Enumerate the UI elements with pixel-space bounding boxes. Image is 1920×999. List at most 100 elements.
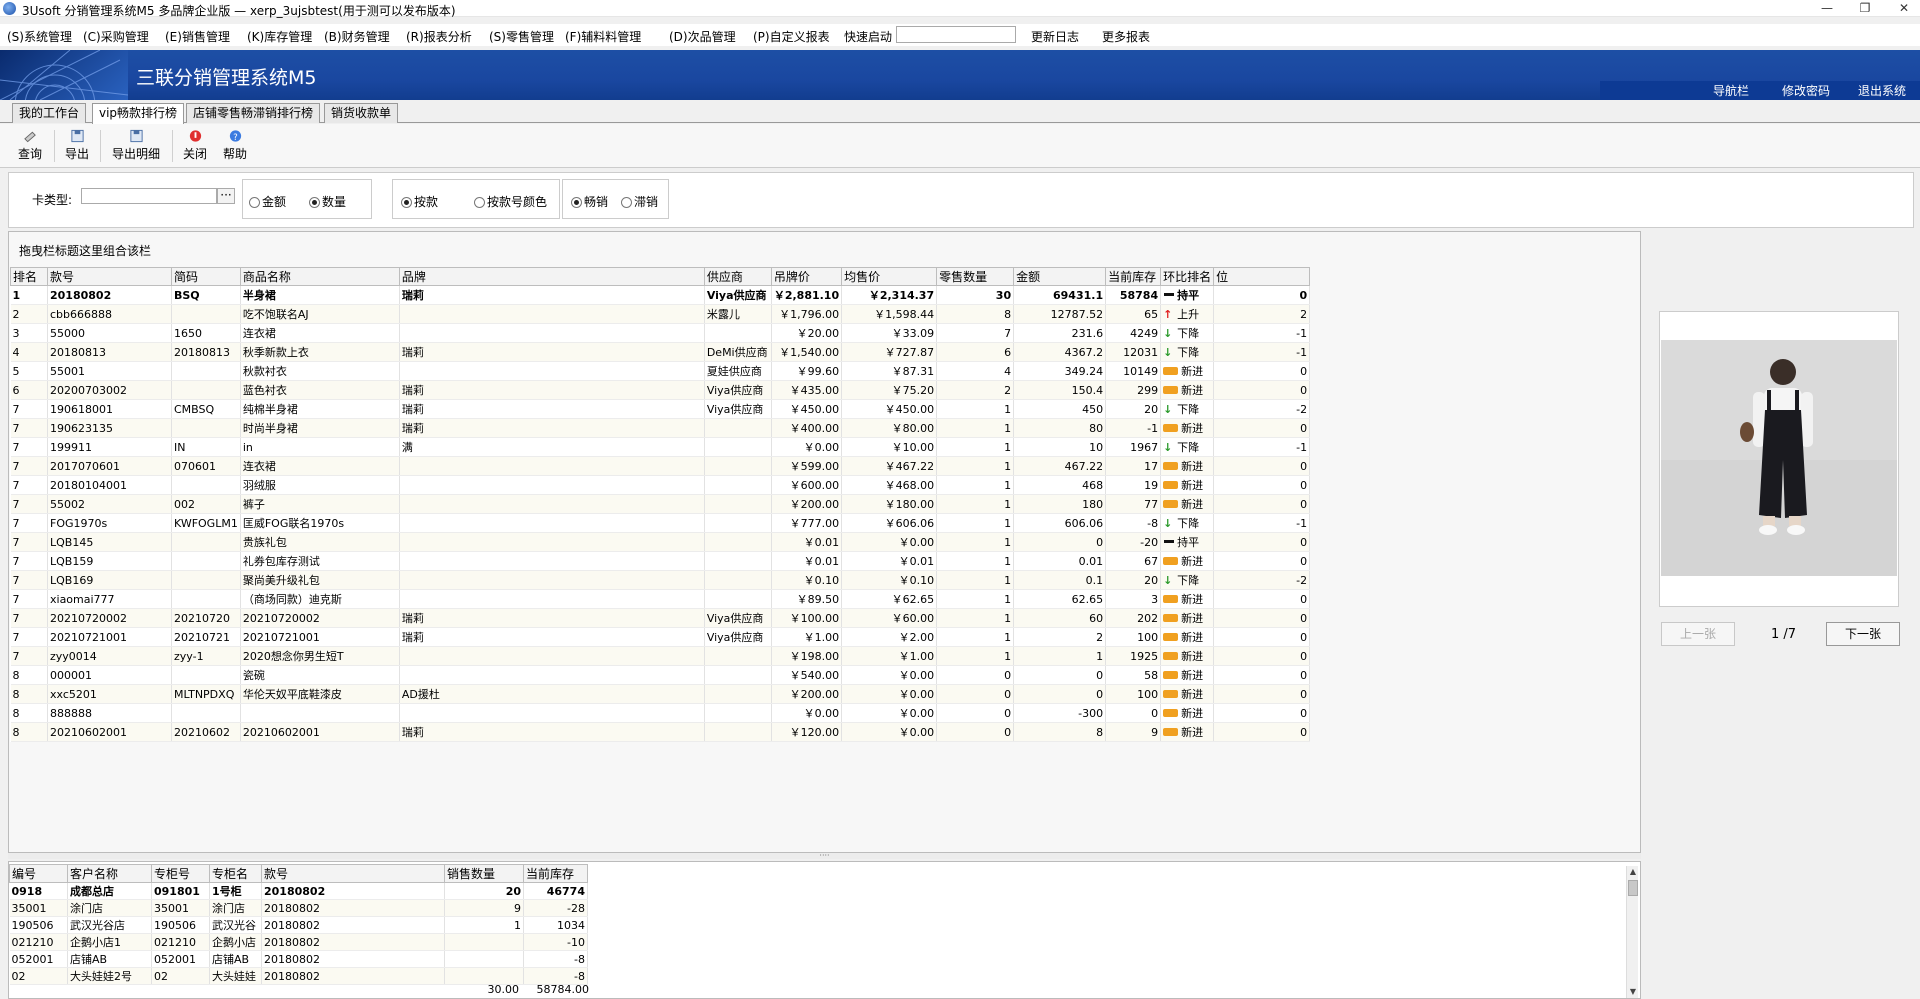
close-button[interactable]: 关闭	[181, 129, 209, 162]
grouping-by-style-radio[interactable]: 按款	[401, 193, 438, 210]
table-row[interactable]: 021210 企鹅小店1 021210 企鹅小店 20180802 -10	[9, 933, 588, 951]
column-header[interactable]: 零售数量	[936, 267, 1015, 286]
column-header[interactable]: 客户名称	[67, 864, 152, 883]
menu-update-log[interactable]: 更新日志	[1031, 28, 1079, 45]
tab-store-retail-ranking[interactable]: 店铺零售畅滞销排行榜	[186, 103, 321, 123]
change-password-link[interactable]: 修改密码	[1782, 82, 1830, 99]
scroll-up-icon[interactable]: ▲	[1627, 866, 1639, 878]
table-cell	[704, 456, 772, 476]
query-button[interactable]: 查询	[16, 129, 44, 162]
menu-inventory[interactable]: (K)库存管理	[247, 28, 312, 45]
menu-defects[interactable]: (D)次品管理	[669, 28, 736, 45]
metric-quantity-radio[interactable]: 数量	[309, 193, 346, 210]
minimize-button[interactable]: —	[1813, 1, 1841, 16]
menu-reports[interactable]: (R)报表分析	[406, 28, 472, 45]
menu-system[interactable]: (S)系统管理	[7, 28, 72, 45]
table-row[interactable]: 7 LQB159 礼券包库存测试 ￥0.01 ￥0.01 1 0.01 67 新进 0	[10, 551, 1311, 571]
table-cell: 5	[10, 361, 48, 381]
table-row[interactable]: 8 xxc5201 MLTNPDXQ 华伦天奴平底鞋漆皮 AD援杜 ￥200.00 ￥0.0…	[10, 684, 1311, 704]
column-header[interactable]: 商品名称	[239, 267, 400, 286]
table-row[interactable]: 7 xiaomai777 （商场同款）迪克斯 ￥89.50 ￥62.65 1 62.65 3 新…	[10, 589, 1311, 609]
table-row[interactable]: 5 55001 秋款衬衣 夏娃供应商 ￥99.60 ￥87.31 4 349.24 10149 新…	[10, 361, 1311, 381]
column-header[interactable]: 金额	[1013, 267, 1107, 286]
table-row[interactable]: 7 LQB145 贵族礼包 ￥0.01 ￥0.00 1 0 -20 持平 0	[10, 532, 1311, 552]
logout-link[interactable]: 退出系统	[1858, 82, 1906, 99]
table-row[interactable]: 02 大头娃娃2号 02 大头娃娃 20180802 -8	[9, 967, 588, 985]
previous-image-button[interactable]: 上一张	[1661, 622, 1735, 646]
column-header[interactable]: 款号	[47, 267, 172, 286]
table-cell	[399, 646, 705, 666]
grouping-by-style-color-radio[interactable]: 按款号颜色	[474, 193, 547, 210]
export-detail-button[interactable]: 导出明细	[110, 129, 162, 162]
best-selling-radio[interactable]: 畅销	[571, 193, 608, 210]
table-row[interactable]: 6 20200703002 蓝色衬衣 瑞莉 Viya供应商 ￥435.00 ￥75.20 2 1…	[10, 380, 1311, 400]
tab-workbench[interactable]: 我的工作台	[12, 103, 87, 123]
column-header[interactable]: 专柜号	[151, 864, 210, 883]
export-button[interactable]: 导出	[63, 129, 91, 162]
card-type-input[interactable]	[81, 188, 217, 204]
column-header[interactable]: 排名	[10, 267, 48, 286]
column-header[interactable]: 编号	[9, 864, 68, 883]
table-row[interactable]: 7 zyy0014 zyy-1 2020想念你男生短T ￥198.00 ￥1.00 1 1 19…	[10, 646, 1311, 666]
table-row[interactable]: 35001 涂门店 35001 涂门店 20180802 9 -28	[9, 899, 588, 917]
table-row[interactable]: 7 190618001 CMBSQ 纯棉半身裙 瑞莉 Viya供应商 ￥450.00 ￥450…	[10, 399, 1311, 419]
table-row[interactable]: 7 LQB169 聚尚美升级礼包 ￥0.10 ￥0.10 1 0.1 20 ↓ 下降 -2	[10, 570, 1311, 590]
detail-scrollbar[interactable]: ▲ ▼	[1626, 866, 1638, 998]
table-row[interactable]: 052001 店铺AB 052001 店铺AB 20180802 -8	[9, 950, 588, 968]
nav-bar-link[interactable]: 导航栏	[1713, 82, 1749, 99]
table-row[interactable]: 3 55000 1650 连衣裙 ￥20.00 ￥33.09 7 231.6 4249 ↓ 下降 -1	[10, 323, 1311, 343]
restore-button[interactable]: ❐	[1851, 1, 1879, 16]
table-row[interactable]: 8 20210602001 20210602 20210602001 瑞莉 ￥120.00…	[10, 722, 1311, 742]
table-row[interactable]: 7 2017070601 070601 连衣裙 ￥599.00 ￥467.22 1 467.2…	[10, 456, 1311, 476]
table-row[interactable]: 7 20210721001 20210721 20210721001 瑞莉 Viya供应商…	[10, 627, 1311, 647]
column-header[interactable]: 当前库存	[523, 864, 588, 883]
table-row[interactable]: 7 FOG1970s KWFOGLM1 匡威FOG联名1970s ￥777.00 ￥606…	[10, 513, 1311, 533]
scroll-down-icon[interactable]: ▼	[1627, 986, 1639, 998]
menu-purchase[interactable]: (C)采购管理	[83, 28, 149, 45]
table-row[interactable]: 190506 武汉光谷店 190506 武汉光谷 20180802 1 1034	[9, 916, 588, 934]
menu-custom-reports[interactable]: (P)自定义报表	[753, 28, 830, 45]
table-row[interactable]: 4 20180813 20180813 秋季新款上衣 瑞莉 DeMi供应商 ￥1,540.0…	[10, 342, 1311, 362]
table-cell: 吃不饱联名AJ	[240, 304, 400, 324]
table-row[interactable]: 7 20210720002 20210720 20210720002 瑞莉 Viya供应商…	[10, 608, 1311, 628]
close-window-button[interactable]: ✕	[1890, 1, 1918, 16]
table-row[interactable]: 7 20180104001 羽绒服 ￥600.00 ￥468.00 1 468 19 新进 0	[10, 475, 1311, 495]
menu-retail[interactable]: (S)零售管理	[489, 28, 554, 45]
menu-finance[interactable]: (B)财务管理	[324, 28, 390, 45]
scroll-thumb[interactable]	[1628, 880, 1638, 896]
quick-start-input[interactable]	[896, 26, 1016, 43]
column-header[interactable]: 销售数量	[444, 864, 524, 883]
column-header[interactable]: 款号	[261, 864, 445, 883]
table-row[interactable]: 7 55002 002 裤子 ￥200.00 ￥180.00 1 180 77 新进 0	[10, 494, 1311, 514]
column-header[interactable]: 品牌	[398, 267, 705, 286]
table-row[interactable]: 8 000001 瓷碗 ￥540.00 ￥0.00 0 0 58 新进 0	[10, 665, 1311, 685]
panel-splitter[interactable]: ····	[8, 852, 1641, 860]
column-header[interactable]: 供应商	[703, 267, 772, 286]
column-header[interactable]: 吊牌价	[770, 267, 843, 286]
table-cell	[444, 933, 524, 951]
table-row[interactable]: 7 190623135 时尚半身裙 瑞莉 ￥400.00 ￥80.00 1 80 -1 新进 0	[10, 418, 1311, 438]
column-header[interactable]: 均售价	[841, 267, 938, 286]
menu-more-reports[interactable]: 更多报表	[1102, 28, 1150, 45]
menu-sales[interactable]: (E)销售管理	[165, 28, 230, 45]
column-header[interactable]: 简码	[171, 267, 241, 286]
slow-selling-radio[interactable]: 滞销	[621, 193, 658, 210]
tab-vip-ranking[interactable]: vip畅款排行榜	[92, 103, 185, 124]
menu-accessories[interactable]: (F)辅料料管理	[565, 28, 641, 45]
table-row[interactable]: 2 cbb666888 吃不饱联名AJ 米露儿 ￥1,796.00 ￥1,598.44 8 1…	[10, 304, 1311, 324]
column-header[interactable]: 专柜名	[209, 864, 262, 883]
help-button[interactable]: ? 帮助	[221, 129, 249, 162]
table-row[interactable]: 8 888888 ￥0.00 ￥0.00 0 -300 0 新进 0	[10, 703, 1311, 723]
table-cell: 349.24	[1013, 361, 1107, 381]
card-type-browse-button[interactable]: ···	[217, 188, 235, 204]
column-header[interactable]: 环比排名	[1160, 267, 1215, 286]
column-header[interactable]: 位	[1213, 267, 1311, 286]
column-header[interactable]: 当前库存	[1105, 267, 1162, 286]
table-row[interactable]: 1 20180802 BSQ 半身裙 瑞莉 Viya供应商 ￥2,881.10 ￥2,314.…	[10, 285, 1311, 305]
next-image-button[interactable]: 下一张	[1826, 622, 1900, 646]
table-row[interactable]: 7 199911 IN in 满 ￥0.00 ￥10.00 1 10 1967 ↓ 下降 -1	[10, 437, 1311, 457]
tab-sales-receipt[interactable]: 销货收款单	[324, 103, 399, 123]
metric-amount-radio[interactable]: 金额	[249, 193, 286, 210]
table-cell: 1	[936, 608, 1015, 628]
table-row[interactable]: 0918 成都总店 091801 1号柜 20180802 20 46774	[9, 882, 588, 900]
